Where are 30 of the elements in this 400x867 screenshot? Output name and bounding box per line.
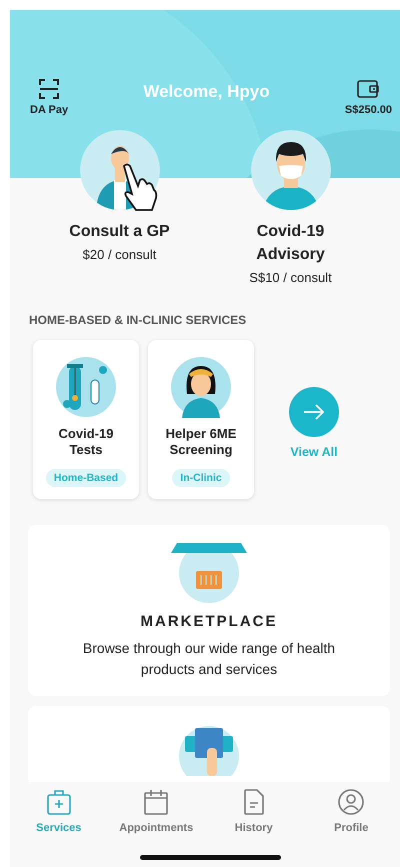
pay-label[interactable]: DA Pay — [30, 104, 68, 116]
tap-card-drawing — [177, 724, 241, 776]
consult-title[interactable]: Covid-19 Advisory — [236, 220, 346, 266]
service-card[interactable]: Helper 6ME Screening In-Clinic — [148, 340, 254, 499]
marketplace-title: MARKETPLACE — [140, 613, 278, 630]
calendar-icon — [142, 788, 170, 816]
welcome-text: Welcome, Hpyo — [143, 82, 270, 102]
section-heading: HOME-BASED & IN-CLINIC SERVICES — [28, 312, 248, 327]
test-tube-drawing — [55, 356, 117, 418]
tab[interactable]: History — [208, 782, 299, 844]
profile-icon — [337, 788, 366, 816]
consult-price: $20 / consult — [82, 247, 156, 262]
medical-kit-icon — [44, 788, 73, 816]
tab[interactable]: Appointments — [111, 782, 202, 844]
arrow-right-icon — [303, 404, 325, 420]
wallet-balance[interactable]: S$250.00 — [344, 104, 392, 116]
service-tag: Home-Based — [46, 469, 126, 487]
marketplace-description: Browse through our wide range of health products and services — [82, 639, 336, 679]
service-title: Covid-19 Tests — [58, 426, 114, 458]
wallet-icon[interactable] — [356, 78, 380, 100]
service-card[interactable]: Covid-19 Tests Home-Based — [33, 340, 139, 499]
masked-person-avatar-drawing[interactable] — [250, 130, 330, 210]
consult-price: S$10 / consult — [249, 270, 332, 285]
tab[interactable]: Profile — [306, 782, 396, 844]
service-tag: In-Clinic — [172, 469, 230, 487]
consult-title[interactable]: Consult a GP — [64, 220, 174, 243]
scan-icon[interactable] — [38, 78, 60, 100]
marketplace-card[interactable]: MARKETPLACE Browse through our wide range of health products and services — [28, 525, 390, 696]
service-title: Helper 6ME Screening — [164, 426, 238, 458]
helper-avatar-drawing — [170, 356, 232, 418]
